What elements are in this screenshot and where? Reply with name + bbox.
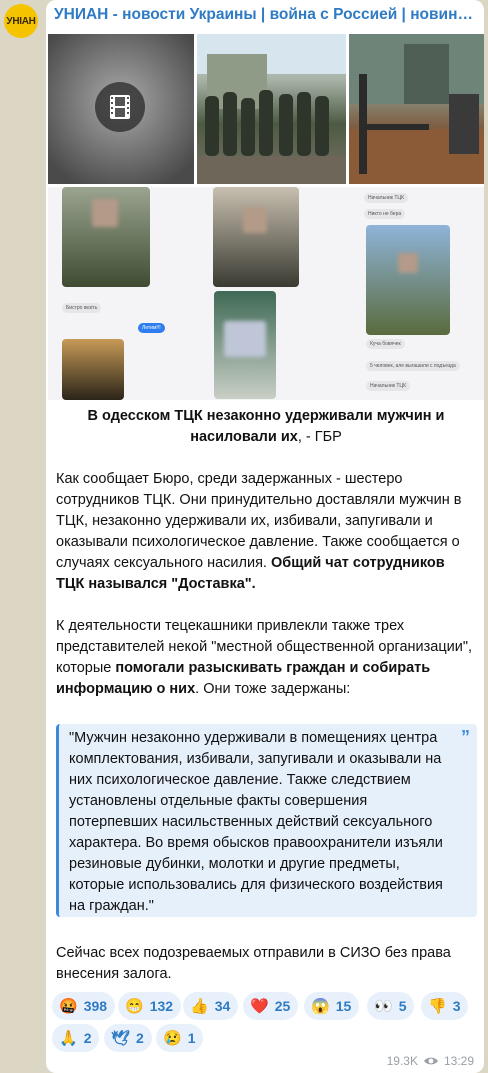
heart-icon: ❤️ [250, 997, 269, 1015]
channel-title[interactable]: УНИАН - новости Украины | война с Россие… [54, 6, 476, 24]
paragraph-2: К деятельности тецекашники привлекли так… [56, 616, 476, 700]
photo-room[interactable] [349, 34, 484, 184]
quote-text: "Мужчин незаконно удерживали в помещения… [69, 730, 443, 914]
eyes-icon: 👀 [374, 997, 393, 1015]
paragraph-1: Как сообщает Бюро, среди задержанных - ш… [56, 469, 476, 595]
views-count: 19.3K [386, 1054, 418, 1068]
collage-photo-3 [366, 225, 450, 335]
reaction-dove[interactable]: 🕊 2 [104, 1024, 152, 1052]
photo-chat-collage[interactable]: Начальник ТЦК Никто не бера Бистро везіт… [48, 187, 484, 400]
quote-icon: ” [461, 727, 470, 747]
message-time: 13:29 [443, 1054, 474, 1068]
collage-photo-4 [214, 291, 276, 399]
reaction-pray[interactable]: 🙏 2 [52, 1024, 100, 1052]
media-album: Начальник ТЦК Никто не бера Бистро везіт… [48, 34, 484, 400]
reaction-count: 1 [187, 1030, 196, 1046]
reaction-thumbs-down[interactable]: 👎 3 [421, 992, 469, 1020]
chat-sender: Начальник ТЦК [366, 381, 410, 391]
eye-icon [423, 1057, 438, 1065]
reaction-cry[interactable]: 😢 1 [156, 1024, 204, 1052]
reaction-grin[interactable]: 😁 132 [118, 992, 182, 1020]
crying-face-icon: 😢 [163, 1029, 182, 1047]
chat-message: Никто не бера [364, 209, 406, 219]
reaction-count: 398 [83, 998, 108, 1014]
thumbs-down-icon: 👎 [428, 997, 447, 1015]
channel-avatar[interactable]: УНІАН [4, 4, 38, 38]
caption-bold: В одесском ТЦК незаконно удерживали мужч… [87, 408, 445, 445]
video-thumbnail[interactable] [48, 34, 194, 184]
pray-icon: 🙏 [59, 1029, 78, 1047]
reaction-scream[interactable]: 😱 15 [304, 992, 360, 1020]
dove-icon: 🕊 [111, 1029, 131, 1047]
chat-message: 5 человек, але выгашили с подъезда [366, 361, 460, 371]
paragraph-3: Сейчас всех подозреваемых отправили в СИ… [56, 945, 451, 982]
reaction-count: 2 [83, 1030, 92, 1046]
blockquote: "Мужчин незаконно удерживали в помещения… [56, 724, 477, 917]
chat-message: Летим!!! [138, 323, 165, 333]
reaction-thumbs-up[interactable]: 👍 34 [183, 992, 239, 1020]
angry-face-icon: 🤬 [59, 997, 78, 1015]
reaction-count: 2 [136, 1030, 144, 1046]
chat-message: Куча бовячек [366, 339, 405, 349]
reaction-angry[interactable]: 🤬 398 [52, 992, 116, 1020]
scream-face-icon: 😱 [311, 997, 330, 1015]
collage-photo-1 [62, 187, 150, 287]
reaction-heart[interactable]: ❤️ 25 [243, 992, 299, 1020]
collage-photo-2 [213, 187, 299, 287]
message-bubble: УНИАН - новости Украины | война с Россие… [46, 0, 484, 1073]
grin-face-icon: 😁 [125, 997, 144, 1015]
caption-source: , - ГБР [297, 429, 342, 445]
reaction-count: 132 [149, 998, 174, 1014]
message-meta: 19.3K 13:29 [387, 1054, 474, 1068]
collage-photo-5 [62, 339, 124, 400]
reaction-count: 15 [335, 998, 352, 1014]
paragraph-2-end: . Они тоже задержаны: [195, 681, 351, 697]
reaction-eyes[interactable]: 👀 5 [367, 992, 415, 1020]
reaction-count: 5 [398, 998, 407, 1014]
photo-detained-men[interactable] [197, 34, 346, 184]
chat-sender: Начальник ТЦК [364, 193, 408, 203]
film-icon [95, 82, 145, 132]
reaction-count: 3 [452, 998, 461, 1014]
reaction-count: 34 [214, 998, 231, 1014]
post-caption: В одесском ТЦК незаконно удерживали мужч… [56, 406, 476, 448]
reaction-count: 25 [274, 998, 291, 1014]
chat-message: Бистро везіть [62, 303, 102, 313]
thumbs-up-icon: 👍 [190, 997, 209, 1015]
